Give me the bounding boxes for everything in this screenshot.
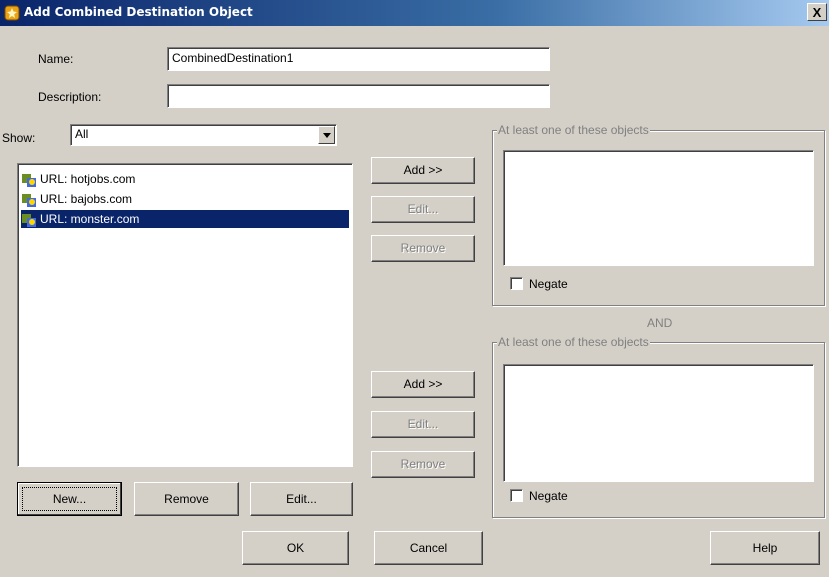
list-item-label: URL: hotjobs.com	[40, 172, 136, 186]
show-dropdown[interactable]: All	[70, 124, 337, 146]
show-dropdown-value: All	[75, 127, 89, 141]
group1-negate-label: Negate	[529, 277, 568, 291]
window-title: Add Combined Destination Object	[24, 5, 253, 19]
url-object-icon	[22, 173, 36, 187]
close-button[interactable]: X	[807, 3, 827, 21]
group1-title: At least one of these objects	[497, 123, 650, 137]
list-item[interactable]: URL: monster.com	[21, 210, 349, 228]
add-group2-button[interactable]: Add >>	[371, 371, 475, 398]
object-list[interactable]: URL: hotjobs.com URL: bajobs.com URL: mo…	[17, 163, 353, 467]
chevron-down-icon[interactable]	[318, 126, 335, 144]
name-field[interactable]: CombinedDestination1	[167, 47, 550, 71]
list-item[interactable]: URL: bajobs.com	[21, 190, 349, 208]
group2-negate-checkbox[interactable]	[510, 489, 523, 502]
cancel-button[interactable]: Cancel	[374, 531, 483, 565]
description-label: Description:	[38, 90, 102, 104]
url-object-icon	[22, 193, 36, 207]
list-item-label: URL: monster.com	[40, 212, 140, 226]
ok-button[interactable]: OK	[242, 531, 349, 565]
group1-negate-checkbox[interactable]	[510, 277, 523, 290]
remove-object-button[interactable]: Remove	[134, 482, 239, 516]
show-label: Show:	[2, 131, 36, 145]
group2-box: At least one of these objects Negate	[492, 335, 825, 518]
url-object-icon	[22, 213, 36, 227]
and-label: AND	[647, 316, 673, 330]
title-bar[interactable]: Add Combined Destination Object X	[0, 0, 829, 26]
app-icon	[4, 5, 20, 21]
edit-group1-button[interactable]: Edit...	[371, 196, 475, 223]
list-item[interactable]: URL: hotjobs.com	[21, 170, 349, 188]
list-item-label: URL: bajobs.com	[40, 192, 133, 206]
help-button[interactable]: Help	[710, 531, 820, 565]
remove-group2-button[interactable]: Remove	[371, 451, 475, 478]
group1-box: At least one of these objects Negate	[492, 123, 825, 306]
new-button[interactable]: New...	[17, 482, 122, 516]
add-group1-button[interactable]: Add >>	[371, 157, 475, 184]
edit-group2-button[interactable]: Edit...	[371, 411, 475, 438]
description-field[interactable]	[167, 84, 550, 108]
edit-object-button[interactable]: Edit...	[250, 482, 353, 516]
group2-title: At least one of these objects	[497, 335, 650, 349]
group1-list[interactable]	[503, 150, 814, 266]
remove-group1-button[interactable]: Remove	[371, 235, 475, 262]
name-label: Name:	[38, 52, 74, 66]
group2-list[interactable]	[503, 364, 814, 482]
focus-ring	[22, 487, 117, 511]
group2-negate-label: Negate	[529, 489, 568, 503]
